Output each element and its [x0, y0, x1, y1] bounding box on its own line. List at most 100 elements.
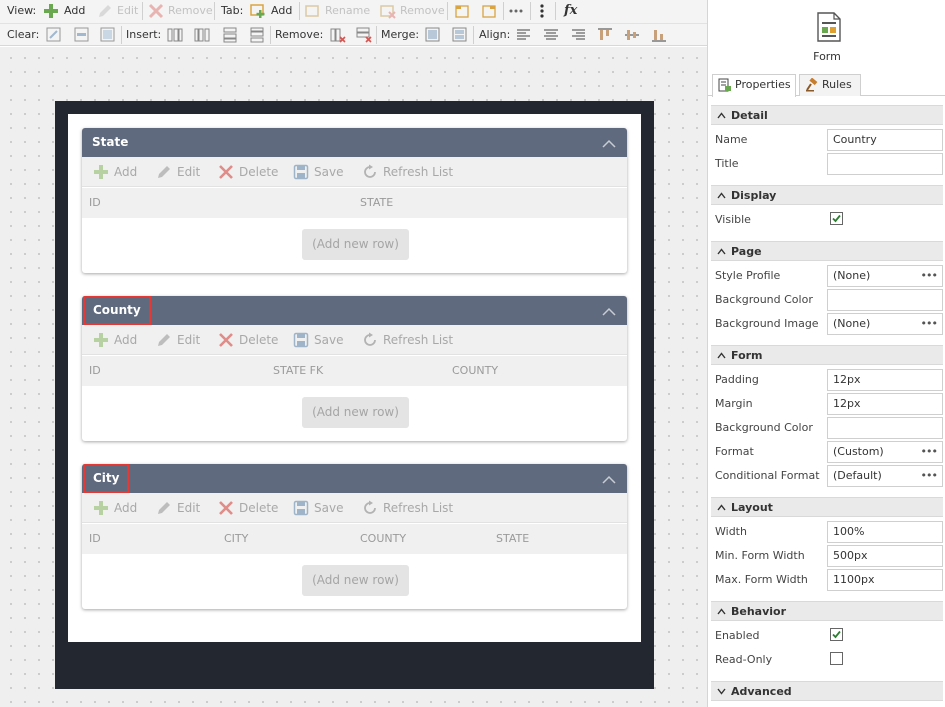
- align-right-icon[interactable]: [570, 27, 586, 43]
- remove-column-icon[interactable]: [330, 27, 346, 43]
- background-color-field[interactable]: [827, 289, 943, 311]
- clear-row-icon[interactable]: [74, 27, 90, 43]
- fx-button[interactable]: fx: [564, 4, 577, 18]
- panel-header[interactable]: County: [82, 296, 627, 325]
- style-profile-picker[interactable]: (None) •••: [827, 265, 943, 287]
- edit-label: Edit: [177, 333, 201, 347]
- insert-row-above-icon[interactable]: [222, 27, 238, 43]
- section-label: Display: [731, 189, 777, 202]
- form-background-color-field[interactable]: [827, 417, 943, 439]
- prop-title: Title: [711, 152, 943, 176]
- save-label: Save: [314, 501, 344, 515]
- tab-move-left-icon[interactable]: [454, 3, 470, 19]
- column-header[interactable]: STATE: [496, 532, 529, 545]
- column-header[interactable]: STATE FK: [273, 364, 323, 377]
- list-view-state[interactable]: State Add Edit Delete Save Refresh List …: [82, 128, 627, 273]
- background-image-picker[interactable]: (None) •••: [827, 313, 943, 335]
- align-left-icon[interactable]: [516, 27, 532, 43]
- split-cells-icon[interactable]: [452, 27, 468, 43]
- enabled-checkbox[interactable]: [830, 628, 843, 641]
- align-top-icon[interactable]: [597, 27, 613, 43]
- insert-row-below-icon[interactable]: [249, 27, 265, 43]
- column-header[interactable]: COUNTY: [452, 364, 498, 377]
- visible-checkbox[interactable]: [830, 212, 843, 225]
- merge-cells-icon[interactable]: [425, 27, 441, 43]
- name-field[interactable]: Country: [827, 129, 943, 151]
- add-new-row-button[interactable]: (Add new row): [302, 397, 409, 428]
- collapse-chevron-icon[interactable]: [601, 305, 617, 317]
- add-new-row-button[interactable]: (Add new row): [302, 565, 409, 596]
- section-page[interactable]: Page: [711, 241, 943, 261]
- align-bottom-icon[interactable]: [651, 27, 667, 43]
- x-icon: [219, 333, 233, 347]
- ellipsis-icon[interactable]: •••: [921, 442, 938, 462]
- toolbar-row-layout: Clear: Insert: Remove: Merge: Align:: [0, 23, 707, 45]
- section-advanced[interactable]: Advanced: [711, 681, 943, 701]
- design-canvas[interactable]: State Add Edit Delete Save Refresh List …: [0, 47, 707, 707]
- prop-background-color: Background Color: [711, 288, 943, 312]
- margin-field[interactable]: 12px: [827, 393, 943, 415]
- remove-row-icon[interactable]: [356, 27, 372, 43]
- column-header[interactable]: ID: [89, 364, 101, 377]
- read-only-checkbox[interactable]: [830, 652, 843, 665]
- collapse-chevron-icon: [717, 192, 726, 199]
- clear-cell-icon[interactable]: [46, 27, 62, 43]
- section-layout[interactable]: Layout: [711, 497, 943, 517]
- add-new-row-button[interactable]: (Add new row): [302, 229, 409, 260]
- toolbar-divider: [555, 2, 556, 20]
- column-header-row: ID STATE: [82, 188, 627, 218]
- toolbar-divider: [376, 26, 377, 44]
- vertical-dots-icon[interactable]: [534, 3, 550, 19]
- align-middle-icon[interactable]: [624, 27, 640, 43]
- tab-properties[interactable]: Properties: [712, 74, 796, 97]
- section-form[interactable]: Form: [711, 345, 943, 365]
- prop-label: Background Image: [715, 317, 819, 330]
- panel-title: State: [92, 135, 129, 149]
- column-header[interactable]: COUNTY: [360, 532, 406, 545]
- list-view-city[interactable]: City Add Edit Delete Save Refresh List I…: [82, 464, 627, 609]
- more-icon[interactable]: [508, 3, 524, 19]
- tab-rules-label: Rules: [822, 78, 852, 91]
- max-form-width-field[interactable]: 1100px: [827, 569, 943, 591]
- tab-move-right-icon[interactable]: [481, 3, 497, 19]
- ellipsis-icon[interactable]: •••: [921, 466, 938, 486]
- form-surface[interactable]: State Add Edit Delete Save Refresh List …: [68, 114, 641, 642]
- padding-field[interactable]: 12px: [827, 369, 943, 391]
- column-header[interactable]: ID: [89, 196, 101, 209]
- prop-width: Width 100%: [711, 520, 943, 544]
- insert-column-right-icon[interactable]: [194, 27, 210, 43]
- column-header[interactable]: CITY: [224, 532, 248, 545]
- tab-rules[interactable]: Rules: [799, 74, 861, 96]
- title-field[interactable]: [827, 153, 943, 175]
- edit-label: Edit: [177, 501, 201, 515]
- column-header[interactable]: STATE: [360, 196, 393, 209]
- toolbar-divider: [447, 2, 448, 20]
- conditional-format-picker[interactable]: (Default) •••: [827, 465, 943, 487]
- insert-column-left-icon[interactable]: [167, 27, 183, 43]
- prop-visible: Visible: [711, 208, 943, 232]
- panel-header[interactable]: State: [82, 128, 627, 157]
- align-center-icon[interactable]: [543, 27, 559, 43]
- min-form-width-field[interactable]: 500px: [827, 545, 943, 567]
- prop-format: Format (Custom) •••: [711, 440, 943, 464]
- add-label: Add: [114, 501, 138, 515]
- view-label: View:: [7, 4, 37, 17]
- column-header[interactable]: ID: [89, 532, 101, 545]
- prop-min-form-width: Min. Form Width 500px: [711, 544, 943, 568]
- collapse-chevron-icon[interactable]: [601, 137, 617, 149]
- ellipsis-icon[interactable]: •••: [921, 266, 938, 286]
- prop-value: (None): [833, 269, 871, 282]
- ellipsis-icon[interactable]: •••: [921, 314, 938, 334]
- panel-action-bar: Add Edit Delete Save Refresh List: [82, 325, 627, 355]
- section-label: Detail: [731, 109, 768, 122]
- list-view-county[interactable]: County Add Edit Delete Save Refresh List…: [82, 296, 627, 441]
- clear-all-icon[interactable]: [100, 27, 116, 43]
- section-display[interactable]: Display: [711, 185, 943, 205]
- prop-value: (Default): [833, 469, 882, 482]
- format-picker[interactable]: (Custom) •••: [827, 441, 943, 463]
- panel-header[interactable]: City: [82, 464, 627, 493]
- section-behavior[interactable]: Behavior: [711, 601, 943, 621]
- section-detail[interactable]: Detail: [711, 105, 943, 125]
- width-field[interactable]: 100%: [827, 521, 943, 543]
- collapse-chevron-icon[interactable]: [601, 473, 617, 485]
